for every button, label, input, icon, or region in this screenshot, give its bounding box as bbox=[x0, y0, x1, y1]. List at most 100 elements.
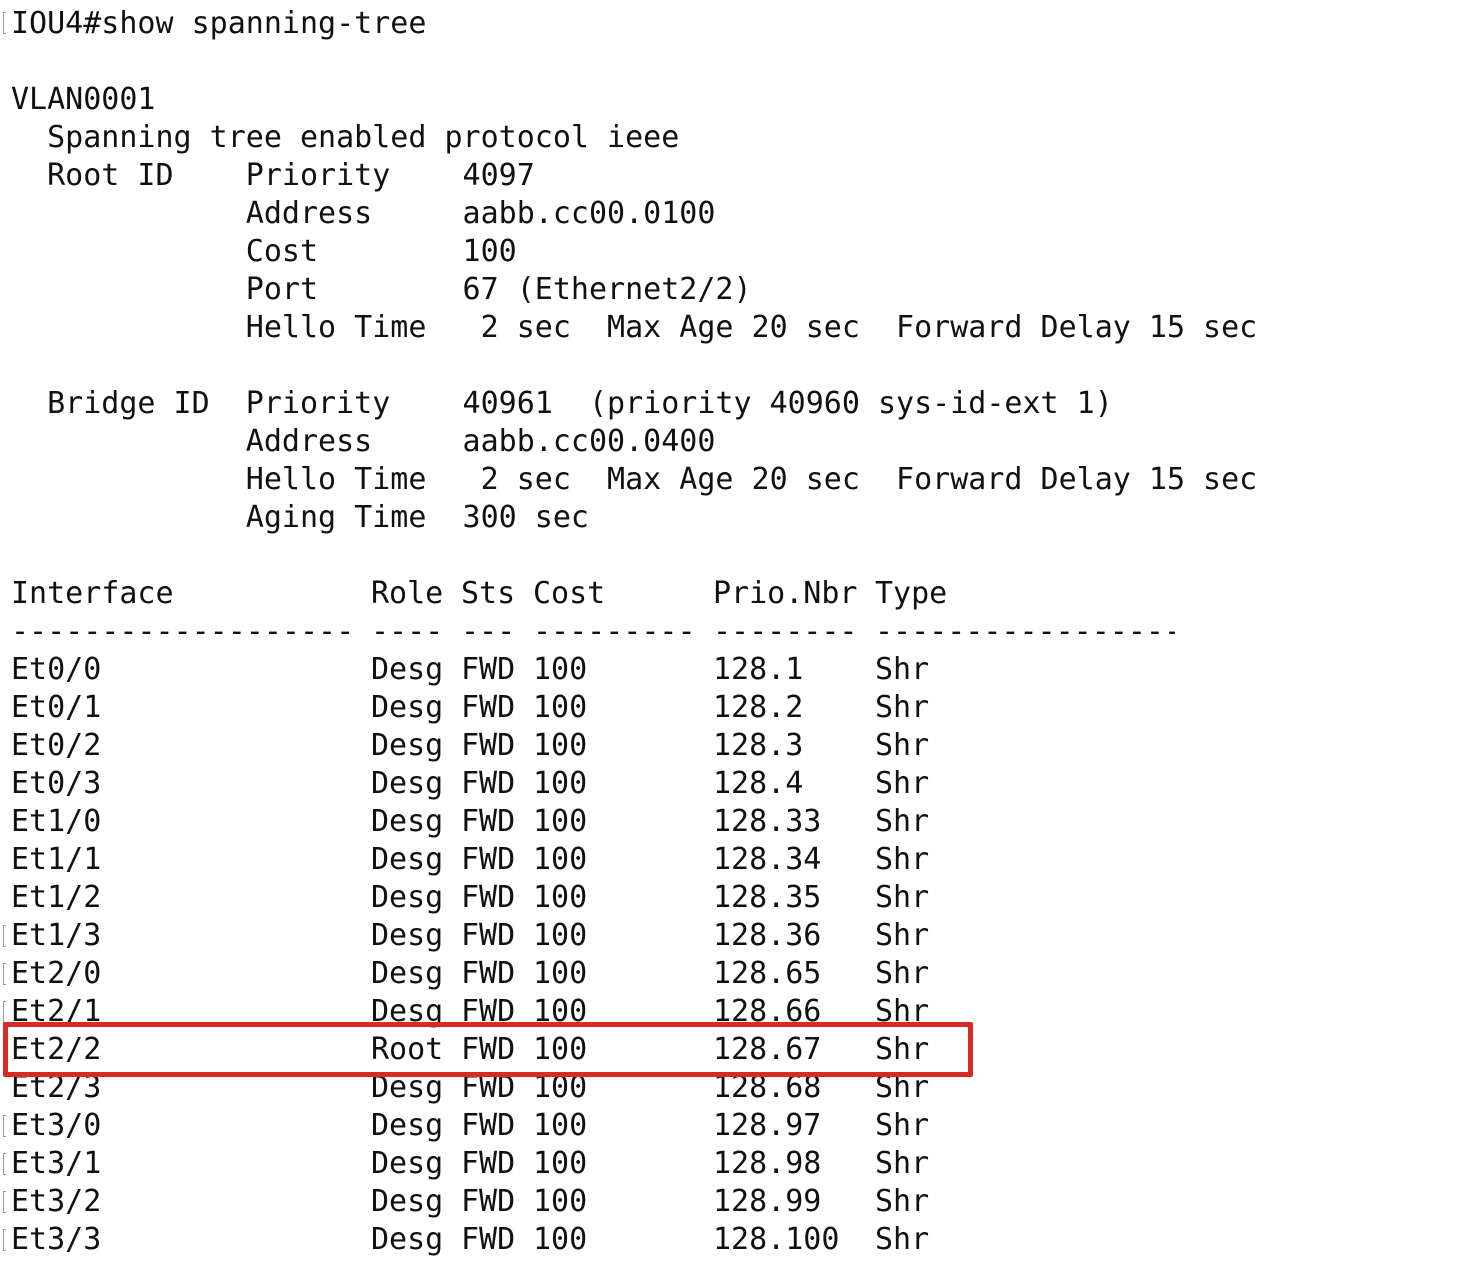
table-row: Et3/1 Desg FWD 100 128.98 Shr bbox=[11, 1145, 1463, 1183]
cell-role: Desg bbox=[371, 880, 444, 915]
cell-type: Shr bbox=[875, 918, 930, 953]
cell-prio-nbr: 128.100 bbox=[713, 1222, 840, 1257]
terminal-line-marker-icon bbox=[3, 1153, 6, 1175]
cell-interface: Et3/1 bbox=[11, 1146, 102, 1181]
column-header-prio-nbr: Prio.Nbr bbox=[713, 576, 858, 611]
cell-status: FWD bbox=[461, 728, 516, 763]
terminal-line-marker-icon bbox=[3, 1115, 6, 1137]
table-body: Et0/0 Desg FWD 100 128.1 Shr Et0/1 Desg FWD 100 12… bbox=[11, 651, 1463, 1259]
cell-status: FWD bbox=[461, 956, 516, 991]
terminal-line-marker-icon bbox=[3, 12, 6, 34]
protocol-line: Spanning tree enabled protocol ieee bbox=[11, 120, 680, 155]
cell-type: Shr bbox=[875, 1146, 930, 1181]
cell-type: Shr bbox=[875, 1222, 930, 1257]
cell-type: Shr bbox=[875, 1184, 930, 1219]
cell-status: FWD bbox=[461, 690, 516, 725]
cell-interface: Et2/0 bbox=[11, 956, 102, 991]
cell-role: Desg bbox=[371, 652, 444, 687]
root-cost-line: Cost 100 bbox=[11, 234, 517, 269]
cell-type: Shr bbox=[875, 880, 930, 915]
table-row: Et0/3 Desg FWD 100 128.4 Shr bbox=[11, 765, 1463, 803]
terminal-line-marker-icon bbox=[3, 1191, 6, 1213]
cell-cost: 100 bbox=[533, 880, 588, 915]
cell-role: Desg bbox=[371, 1184, 444, 1219]
cell-interface: Et3/3 bbox=[11, 1222, 102, 1257]
cell-type: Shr bbox=[875, 690, 930, 725]
separator-role: ---- bbox=[371, 614, 444, 649]
cell-interface: Et0/0 bbox=[11, 652, 102, 687]
cell-status: FWD bbox=[461, 880, 516, 915]
cell-role: Desg bbox=[371, 842, 444, 877]
cell-type: Shr bbox=[875, 804, 930, 839]
cell-prio-nbr: 128.33 bbox=[713, 804, 822, 839]
root-address-line: Address aabb.cc00.0100 bbox=[11, 196, 716, 231]
table-row: Et1/1 Desg FWD 100 128.34 Shr bbox=[11, 841, 1463, 879]
separator-prio-nbr: -------- bbox=[713, 614, 858, 649]
cell-role: Desg bbox=[371, 728, 444, 763]
interface-table: Interface Role Sts Cost Prio.Nbr Type --… bbox=[11, 575, 1463, 1259]
cell-type: Shr bbox=[875, 1108, 930, 1143]
cell-cost: 100 bbox=[533, 1108, 588, 1143]
column-header-status: Sts bbox=[461, 576, 516, 611]
bridge-hello-time-line: Hello Time 2 sec Max Age 20 sec Forward … bbox=[11, 462, 1258, 497]
command-prompt-line: IOU4#show spanning-tree bbox=[11, 6, 427, 41]
cell-role: Desg bbox=[371, 766, 444, 801]
cell-type: Shr bbox=[875, 652, 930, 687]
cell-status: FWD bbox=[461, 804, 516, 839]
vlan-name: VLAN0001 bbox=[11, 82, 156, 117]
cell-status: FWD bbox=[461, 766, 516, 801]
cell-prio-nbr: 128.35 bbox=[713, 880, 822, 915]
cell-prio-nbr: 128.98 bbox=[713, 1146, 822, 1181]
cell-status: FWD bbox=[461, 1108, 516, 1143]
cell-type: Shr bbox=[875, 728, 930, 763]
root-port-line: Port 67 (Ethernet2/2) bbox=[11, 272, 752, 307]
cell-status: FWD bbox=[461, 918, 516, 953]
bridge-address-line: Address aabb.cc00.0400 bbox=[11, 424, 716, 459]
cell-cost: 100 bbox=[533, 842, 588, 877]
cell-prio-nbr: 128.1 bbox=[713, 652, 804, 687]
cell-status: FWD bbox=[461, 1222, 516, 1257]
cell-interface: Et1/1 bbox=[11, 842, 102, 877]
terminal-line-marker-icon bbox=[3, 925, 6, 947]
bridge-aging-time-line: Aging Time 300 sec bbox=[11, 500, 589, 535]
cell-role: Desg bbox=[371, 690, 444, 725]
root-hello-time-line: Hello Time 2 sec Max Age 20 sec Forward … bbox=[11, 310, 1258, 345]
terminal-line-marker-icon bbox=[3, 1001, 6, 1023]
cell-cost: 100 bbox=[533, 918, 588, 953]
cell-type: Shr bbox=[875, 842, 930, 877]
table-row: Et3/0 Desg FWD 100 128.97 Shr bbox=[11, 1107, 1463, 1145]
cell-prio-nbr: 128.36 bbox=[713, 918, 822, 953]
table-header-row: Interface Role Sts Cost Prio.Nbr Type bbox=[11, 575, 1463, 613]
cell-cost: 100 bbox=[533, 728, 588, 763]
terminal-line-marker-icon bbox=[3, 963, 6, 985]
cell-interface: Et3/2 bbox=[11, 1184, 102, 1219]
table-separator-row: ------------------- ---- --- --------- -… bbox=[11, 613, 1463, 651]
separator-status: --- bbox=[461, 614, 516, 649]
cell-role: Desg bbox=[371, 956, 444, 991]
terminal-line-marker-icon bbox=[3, 1229, 6, 1251]
cell-status: FWD bbox=[461, 1184, 516, 1219]
cell-role: Desg bbox=[371, 1146, 444, 1181]
table-row: Et1/3 Desg FWD 100 128.36 Shr bbox=[11, 917, 1463, 955]
cell-prio-nbr: 128.34 bbox=[713, 842, 822, 877]
bridge-id-section: Bridge ID Priority 40961 (priority 40960… bbox=[11, 385, 1463, 537]
cell-role: Desg bbox=[371, 804, 444, 839]
table-row: Et2/0 Desg FWD 100 128.65 Shr bbox=[11, 955, 1463, 993]
table-row: Et1/0 Desg FWD 100 128.33 Shr bbox=[11, 803, 1463, 841]
root-id-line: Root ID Priority 4097 bbox=[11, 158, 535, 193]
table-row: Et0/1 Desg FWD 100 128.2 Shr bbox=[11, 689, 1463, 727]
cell-cost: 100 bbox=[533, 652, 588, 687]
cell-interface: Et0/2 bbox=[11, 728, 102, 763]
root-id-section: Root ID Priority 4097 Address aabb.cc00.… bbox=[11, 157, 1463, 347]
cell-status: FWD bbox=[461, 1146, 516, 1181]
cell-interface: Et0/1 bbox=[11, 690, 102, 725]
column-header-interface: Interface bbox=[11, 576, 174, 611]
cell-prio-nbr: 128.99 bbox=[713, 1184, 822, 1219]
cell-prio-nbr: 128.2 bbox=[713, 690, 804, 725]
cell-role: Desg bbox=[371, 918, 444, 953]
column-header-cost: Cost bbox=[533, 576, 606, 611]
table-row: Et3/3 Desg FWD 100 128.100 Shr bbox=[11, 1221, 1463, 1259]
